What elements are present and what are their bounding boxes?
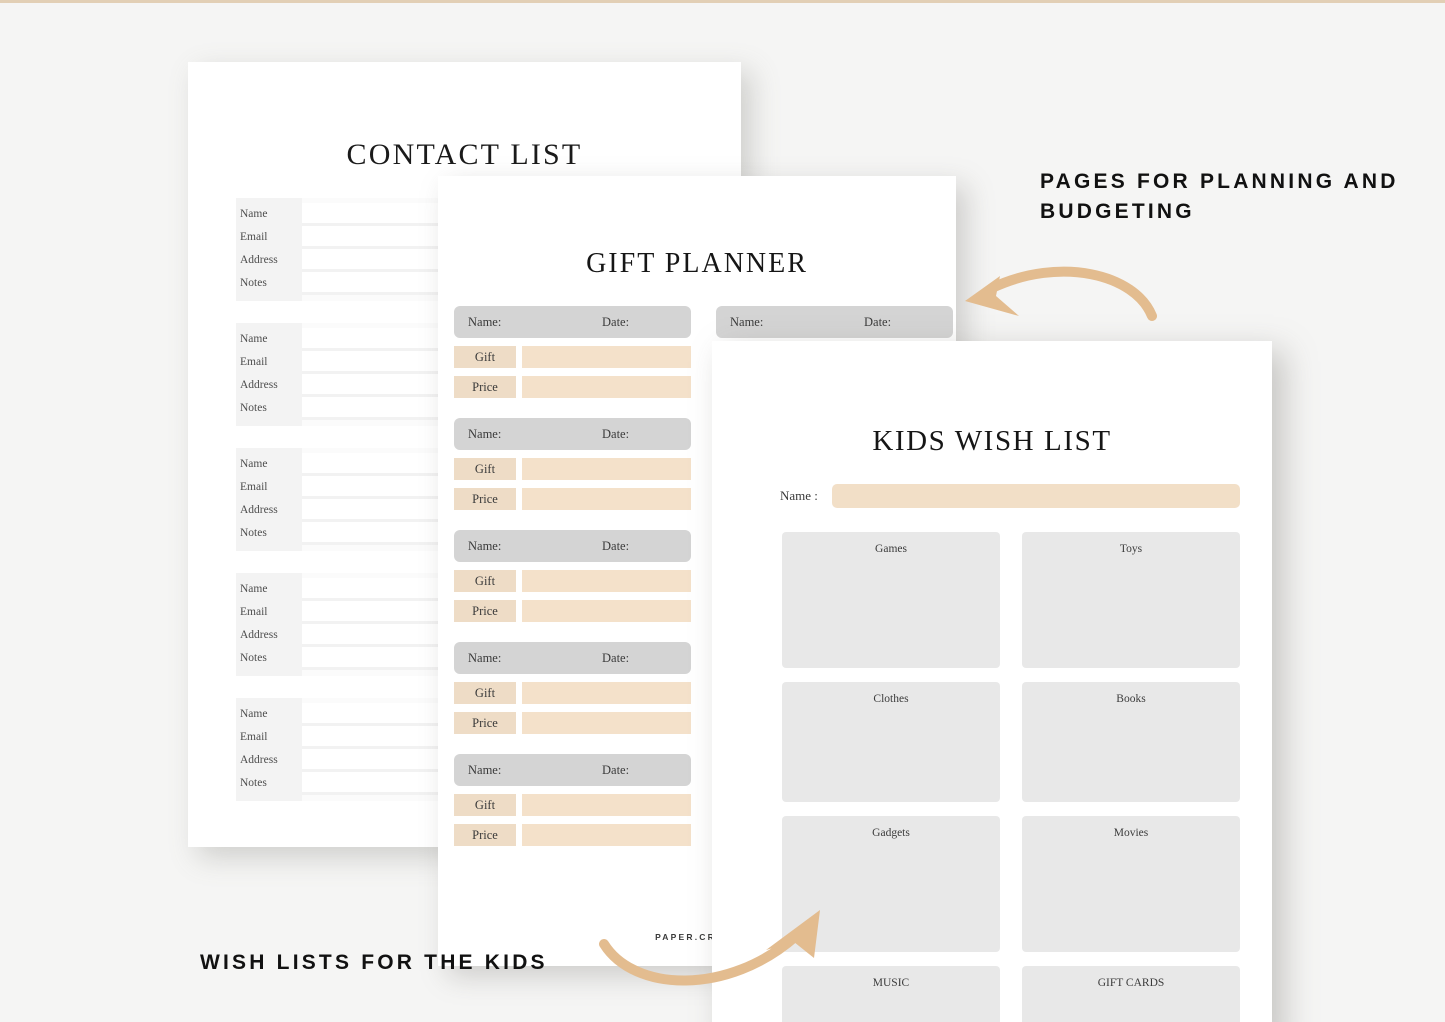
contact-label-column: Name Email Address Notes [236, 323, 302, 426]
gift-row: Gift [454, 794, 691, 816]
price-input[interactable] [522, 488, 691, 510]
price-label: Price [454, 712, 516, 734]
contact-row-label: Email [240, 231, 268, 243]
gift-entry-block: Name: Date: Gift Price [454, 418, 691, 510]
price-input[interactable] [522, 824, 691, 846]
gift-date-label: Date: [602, 762, 630, 777]
kids-name-input[interactable] [831, 484, 1240, 508]
contact-row-label: Email [240, 356, 268, 368]
contact-list-title: CONTACT LIST [346, 138, 583, 171]
price-label: Price [454, 824, 516, 846]
price-label: Price [454, 376, 516, 398]
contact-row-label: Address [240, 754, 278, 766]
contact-row-label: Notes [240, 527, 267, 539]
gift-label: Gift [454, 458, 516, 480]
mockup-stage: CONTACT LIST Name Email Address Notes Name Em… [0, 0, 1445, 1022]
contact-label-column: Name Email Address Notes [236, 698, 302, 801]
contact-row-label: Name [240, 208, 268, 220]
price-input[interactable] [522, 600, 691, 622]
kids-name-row: Name : [712, 484, 1272, 508]
gift-row: Gift [454, 458, 691, 480]
kids-category-box[interactable]: Movies [1022, 816, 1240, 952]
gift-label: Gift [454, 682, 516, 704]
gift-name-label: Name: [468, 538, 502, 553]
contact-row-label: Name [240, 458, 268, 470]
gift-column-left: Name: Date: Gift Price Name: Date: Gift Price Na… [454, 306, 691, 866]
contact-row-label: Address [240, 254, 278, 266]
gift-entry-header[interactable]: Name: Date: [716, 306, 953, 338]
gift-entry-block: Name: Date: Gift Price [454, 306, 691, 398]
gift-label: Gift [454, 346, 516, 368]
gift-input[interactable] [522, 570, 691, 592]
gift-name-label: Name: [468, 650, 502, 665]
gift-date-label: Date: [864, 314, 892, 329]
kids-category-box[interactable]: Games [782, 532, 1000, 668]
contact-row-label: Email [240, 481, 268, 493]
gift-row: Gift [454, 346, 691, 368]
price-row: Price [454, 600, 691, 622]
caption-planning-budgeting: PAGES FOR PLANNING AND BUDGETING [1040, 170, 1399, 223]
gift-entry-header[interactable]: Name: Date: [454, 642, 691, 674]
contact-row-label: Notes [240, 777, 267, 789]
gift-name-label: Name: [468, 762, 502, 777]
gift-entry-header[interactable]: Name: Date: [454, 530, 691, 562]
contact-row-label: Name [240, 708, 268, 720]
gift-planner-title: GIFT PLANNER [586, 248, 808, 279]
gift-input[interactable] [522, 458, 691, 480]
kids-wish-list-page[interactable]: KIDS WISH LIST Name : Games Toys Clothes Bo… [712, 341, 1272, 1022]
price-row: Price [454, 376, 691, 398]
top-accent-rule [0, 0, 1445, 3]
price-row: Price [454, 488, 691, 510]
kids-name-label: Name : [780, 488, 818, 503]
contact-row-label: Address [240, 629, 278, 641]
gift-entry-block: Name: Date: Gift Price [454, 642, 691, 734]
gift-row: Gift [454, 682, 691, 704]
kids-wish-list-title: KIDS WISH LIST [872, 425, 1112, 457]
contact-label-column: Name Email Address Notes [236, 573, 302, 676]
price-label: Price [454, 488, 516, 510]
gift-entry-header[interactable]: Name: Date: [454, 418, 691, 450]
gift-entry-block: Name: Date: Gift Price [454, 754, 691, 846]
kids-category-box[interactable]: Gadgets [782, 816, 1000, 952]
contact-row-label: Notes [240, 652, 267, 664]
kids-category-box[interactable]: Clothes [782, 682, 1000, 802]
price-row: Price [454, 712, 691, 734]
kids-category-box[interactable]: GIFT CARDS [1022, 966, 1240, 1022]
kids-category-box[interactable]: Books [1022, 682, 1240, 802]
kids-category-box[interactable]: Toys [1022, 532, 1240, 668]
contact-row-label: Name [240, 333, 268, 345]
contact-row-label: Address [240, 379, 278, 391]
contact-label-column: Name Email Address Notes [236, 448, 302, 551]
gift-entry-block: Name: Date: Gift Price [454, 530, 691, 622]
price-label: Price [454, 600, 516, 622]
gift-date-label: Date: [602, 314, 630, 329]
contact-row-label: Email [240, 731, 268, 743]
contact-row-label: Email [240, 606, 268, 618]
contact-label-column: Name Email Address Notes [236, 198, 302, 301]
gift-input[interactable] [522, 682, 691, 704]
gift-label: Gift [454, 570, 516, 592]
contact-row-label: Address [240, 504, 278, 516]
caption-wish-lists: WISH LISTS FOR THE KIDS [200, 951, 548, 974]
kids-category-box[interactable]: MUSIC [782, 966, 1000, 1022]
price-input[interactable] [522, 712, 691, 734]
gift-name-label: Name: [468, 426, 502, 441]
contact-row-label: Notes [240, 277, 267, 289]
gift-entry-header[interactable]: Name: Date: [454, 306, 691, 338]
gift-name-label: Name: [730, 314, 764, 329]
gift-input[interactable] [522, 346, 691, 368]
gift-label: Gift [454, 794, 516, 816]
price-input[interactable] [522, 376, 691, 398]
kids-category-grid: Games Toys Clothes Books Gadgets Movies MUSIC G… [712, 532, 1272, 1022]
gift-name-label: Name: [468, 314, 502, 329]
contact-row-label: Name [240, 583, 268, 595]
contact-row-label: Notes [240, 402, 267, 414]
gift-date-label: Date: [602, 538, 630, 553]
gift-input[interactable] [522, 794, 691, 816]
gift-row: Gift [454, 570, 691, 592]
gift-date-label: Date: [602, 650, 630, 665]
gift-date-label: Date: [602, 426, 630, 441]
price-row: Price [454, 824, 691, 846]
gift-entry-header[interactable]: Name: Date: [454, 754, 691, 786]
